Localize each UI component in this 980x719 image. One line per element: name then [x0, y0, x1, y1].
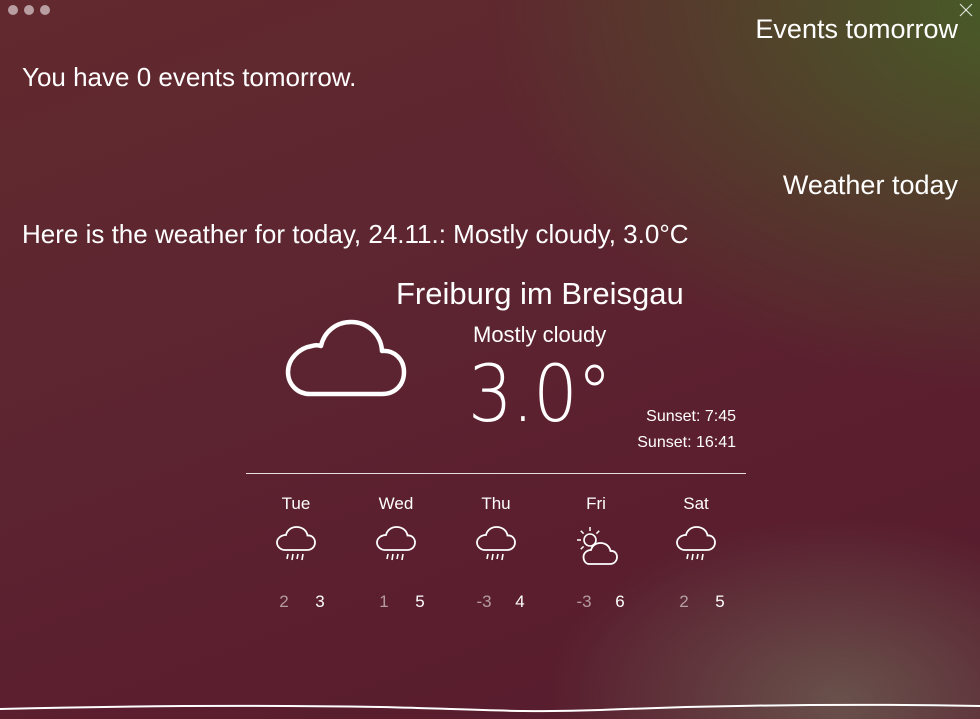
forecast-min-temp: 2	[679, 592, 689, 611]
weather-card: Freiburg im Breisgau Mostly cloudy 3.0° …	[246, 270, 746, 620]
forecast-max-temp: 5	[715, 592, 725, 611]
partly-sunny-icon	[577, 527, 618, 565]
forecast-min-temp: -3	[476, 592, 492, 611]
forecast-min-temp: 1	[379, 592, 389, 611]
minimize-window-button[interactable]	[24, 5, 34, 15]
forecast-max-temp: 5	[415, 592, 425, 611]
close-window-button[interactable]	[8, 5, 18, 15]
forecast-day-tue: Tue 2 3	[246, 494, 346, 614]
sunrise-time: Sunset: 7:45	[646, 408, 736, 425]
rain-icon	[376, 526, 416, 561]
forecast-min-temp: 2	[279, 592, 289, 611]
weather-condition: Mostly cloudy	[473, 322, 607, 347]
forecast-day-thu: Thu -3 4	[446, 494, 546, 614]
events-section-title: Events tomorrow	[755, 14, 958, 44]
forecast-day-name: Tue	[281, 494, 311, 513]
rain-icon	[276, 526, 316, 561]
forecast-row: Tue 2 3 Wed 1 5 Thu -3 4 Fri -3 6 Sat 2 …	[246, 494, 746, 614]
forecast-min-temp: -3	[576, 592, 592, 611]
zoom-window-button[interactable]	[40, 5, 50, 15]
forecast-day-name: Fri	[586, 494, 606, 513]
divider	[246, 473, 746, 474]
forecast-day-name: Wed	[378, 494, 414, 513]
wave-divider	[0, 703, 980, 713]
forecast-day-sat: Sat 2 5	[646, 494, 746, 614]
events-summary-text: You have 0 events tomorrow.	[22, 62, 357, 92]
forecast-day-wed: Wed 1 5	[346, 494, 446, 614]
sunset-time: Sunset: 16:41	[637, 434, 736, 451]
city-name: Freiburg im Breisgau	[396, 276, 684, 311]
rain-icon	[676, 526, 716, 561]
forecast-day-name: Sat	[683, 494, 709, 513]
weather-summary-text: Here is the weather for today, 24.11.: M…	[22, 219, 689, 249]
forecast-max-temp: 4	[515, 592, 525, 611]
forecast-day-name: Thu	[481, 494, 511, 513]
forecast-day-fri: Fri -3 6	[546, 494, 646, 614]
close-icon[interactable]	[958, 2, 974, 18]
window-controls	[8, 5, 50, 15]
current-temperature: 3.0°	[468, 350, 612, 440]
rain-icon	[476, 526, 516, 561]
weather-section-title: Weather today	[782, 170, 958, 200]
forecast-max-temp: 3	[315, 592, 325, 611]
cloud-icon	[285, 319, 407, 397]
forecast-max-temp: 6	[615, 592, 625, 611]
